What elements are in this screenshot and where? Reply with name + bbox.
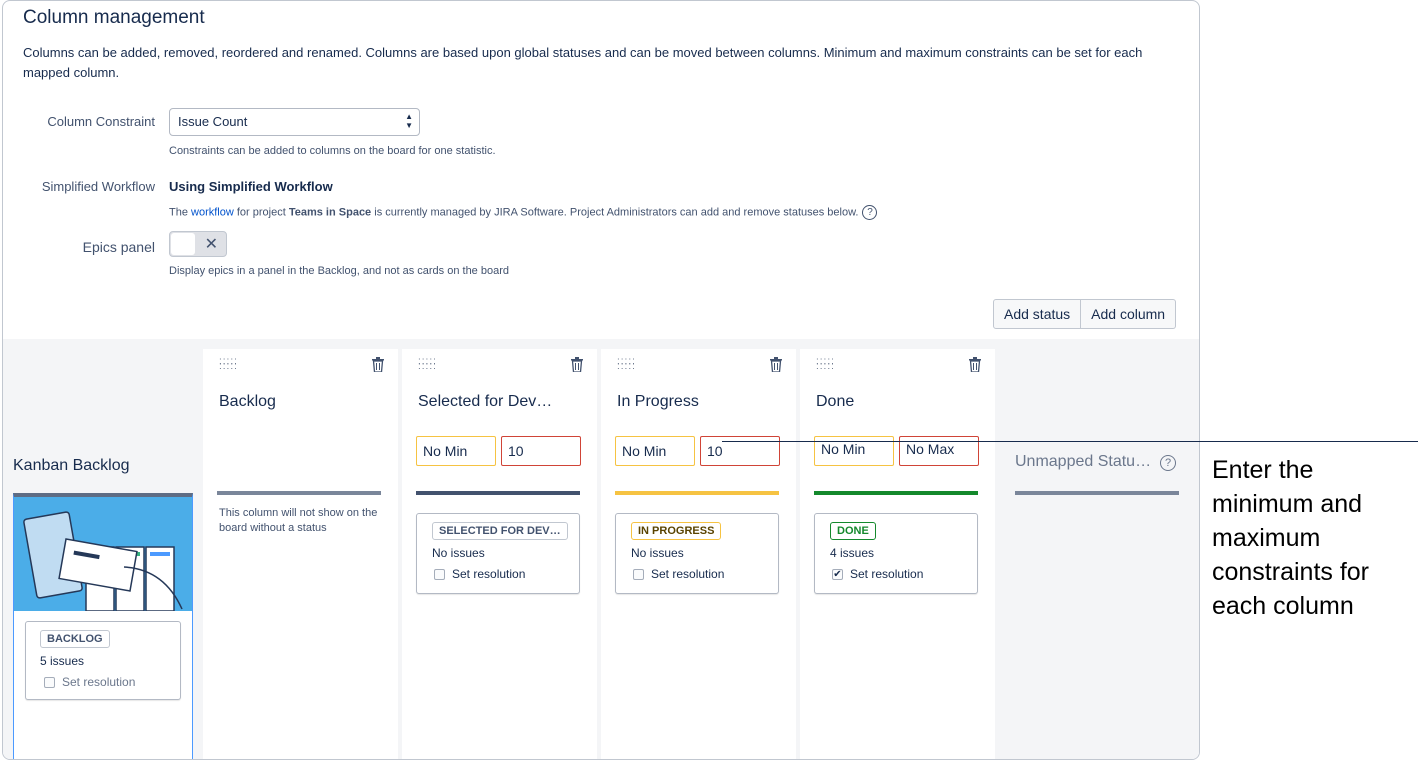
callout-pointer-line [722,441,1418,442]
workflow-hint: The workflow for project Teams in Space … [169,205,878,220]
column-constraint-label: Column Constraint [47,114,155,129]
column-done: :::::::::: Done No Min No Max DONE 4 iss… [800,349,995,759]
simplified-workflow-value: Using Simplified Workflow [169,179,333,194]
column-in-progress: :::::::::: In Progress No Min 10 IN PROG… [601,349,796,759]
column-constraint-value: Issue Count [178,114,248,129]
issue-count: 4 issues [830,546,875,560]
column-management-panel: Column management Columns can be added, … [2,0,1200,760]
epics-panel-hint: Display epics in a panel in the Backlog,… [169,265,509,277]
select-arrows-icon: ▲ ▼ [405,112,413,130]
page-title: Column management [23,7,205,28]
drag-handle-icon[interactable]: :::::::::: [418,357,437,372]
page-description: Columns can be added, removed, reordered… [23,45,1143,80]
workflow-hint-text: for project [233,206,289,219]
drag-handle-icon[interactable]: :::::::::: [816,357,835,372]
column-name[interactable]: Backlog [219,393,276,411]
workflow-hint-text: The [169,206,192,219]
simplified-workflow-label: Simplified Workflow [41,179,155,194]
max-constraint-input[interactable]: 10 [501,436,581,466]
unmapped-statuses-label: Unmapped Statu… [1015,453,1152,470]
set-resolution-checkbox[interactable]: ✔ Set resolution [832,567,923,581]
workflow-hint-text: is currently managed by JIRA Software. P… [371,206,859,219]
callout-annotation: Enter the minimum and maximum constraint… [1212,456,1370,620]
column-constraint-hint: Constraints can be added to columns on t… [169,145,496,157]
drag-handle-icon[interactable]: :::::::::: [617,357,636,372]
column-selected-for-dev: :::::::::: Selected for Dev… No Min 10 S… [402,349,597,759]
trash-icon[interactable] [372,357,384,372]
column-backlog: :::::::::: Backlog This column will not … [203,349,398,759]
column-name[interactable]: Selected for Dev… [418,393,552,411]
column-board: Kanban Backlog BACKLOG 5 issues Set reso… [3,339,1199,759]
backlog-illustration [14,497,192,611]
status-lozenge: SELECTED FOR DEV… [432,522,568,540]
column-color-bar [615,491,779,495]
min-constraint-input[interactable]: No Min [615,436,695,466]
issue-count: 5 issues [40,654,85,668]
column-actions: Add status Add column [993,299,1177,329]
set-resolution-label: Set resolution [651,567,725,581]
kanban-backlog-card[interactable]: BACKLOG 5 issues Set resolution [25,621,181,700]
status-card[interactable]: SELECTED FOR DEV… No issues Set resoluti… [416,513,580,594]
status-lozenge: DONE [830,522,876,540]
issue-count: No issues [631,546,684,560]
checkbox-checked-icon: ✔ [832,568,843,580]
kanban-backlog-column: BACKLOG 5 issues Set resolution [13,493,193,759]
column-note: This column will not show on the board w… [219,507,378,534]
min-constraint-input[interactable]: No Min [416,436,496,466]
status-card[interactable]: DONE 4 issues ✔ Set resolution [814,513,978,594]
checkbox-icon [633,568,644,580]
epics-panel-label: Epics panel [82,239,155,255]
trash-icon[interactable] [969,357,981,372]
kanban-backlog-label: Kanban Backlog [13,457,130,474]
checkbox-icon [434,568,445,580]
set-resolution-checkbox[interactable]: Set resolution [44,675,135,689]
add-status-button[interactable]: Add status [993,299,1082,329]
project-name: Teams in Space [288,206,372,219]
status-card[interactable]: IN PROGRESS No issues Set resolution [615,513,779,594]
unmapped-color-bar [1015,491,1179,495]
column-name[interactable]: In Progress [617,393,699,411]
drag-handle-icon[interactable]: :::::::::: [219,357,238,372]
status-lozenge: IN PROGRESS [631,522,722,540]
set-resolution-checkbox[interactable]: Set resolution [633,567,724,581]
close-icon: ✕ [204,236,218,253]
column-constraint-select[interactable]: Issue Count ▲ ▼ [169,108,420,136]
column-color-bar [416,491,580,495]
trash-icon[interactable] [770,357,782,372]
set-resolution-label: Set resolution [452,567,526,581]
help-icon[interactable]: ? [862,205,878,220]
epics-panel-toggle[interactable]: ✕ [169,231,227,257]
issue-count: No issues [432,546,485,560]
status-lozenge: BACKLOG [40,630,110,648]
add-column-button[interactable]: Add column [1081,299,1177,329]
set-resolution-label: Set resolution [62,675,136,689]
workflow-link[interactable]: workflow [191,206,234,218]
toggle-knob [171,233,195,255]
set-resolution-checkbox[interactable]: Set resolution [434,567,525,581]
set-resolution-label: Set resolution [850,567,924,581]
help-icon[interactable]: ? [1160,455,1176,471]
trash-icon[interactable] [571,357,583,372]
column-color-bar [814,491,978,495]
checkbox-icon [44,676,55,688]
column-name[interactable]: Done [816,393,854,411]
column-color-bar [217,491,381,495]
